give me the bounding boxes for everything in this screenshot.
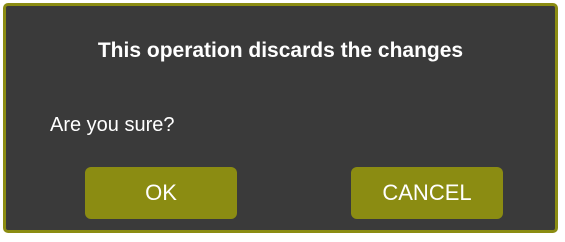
dialog-message: Are you sure? (50, 114, 175, 136)
dialog-title: This operation discards the changes (97, 39, 464, 62)
cancel-button[interactable]: CANCEL (351, 167, 503, 219)
confirm-dialog: This operation discards the changes Are … (3, 3, 558, 233)
page: This operation discards the changes Are … (0, 0, 565, 242)
ok-button[interactable]: OK (85, 167, 237, 219)
